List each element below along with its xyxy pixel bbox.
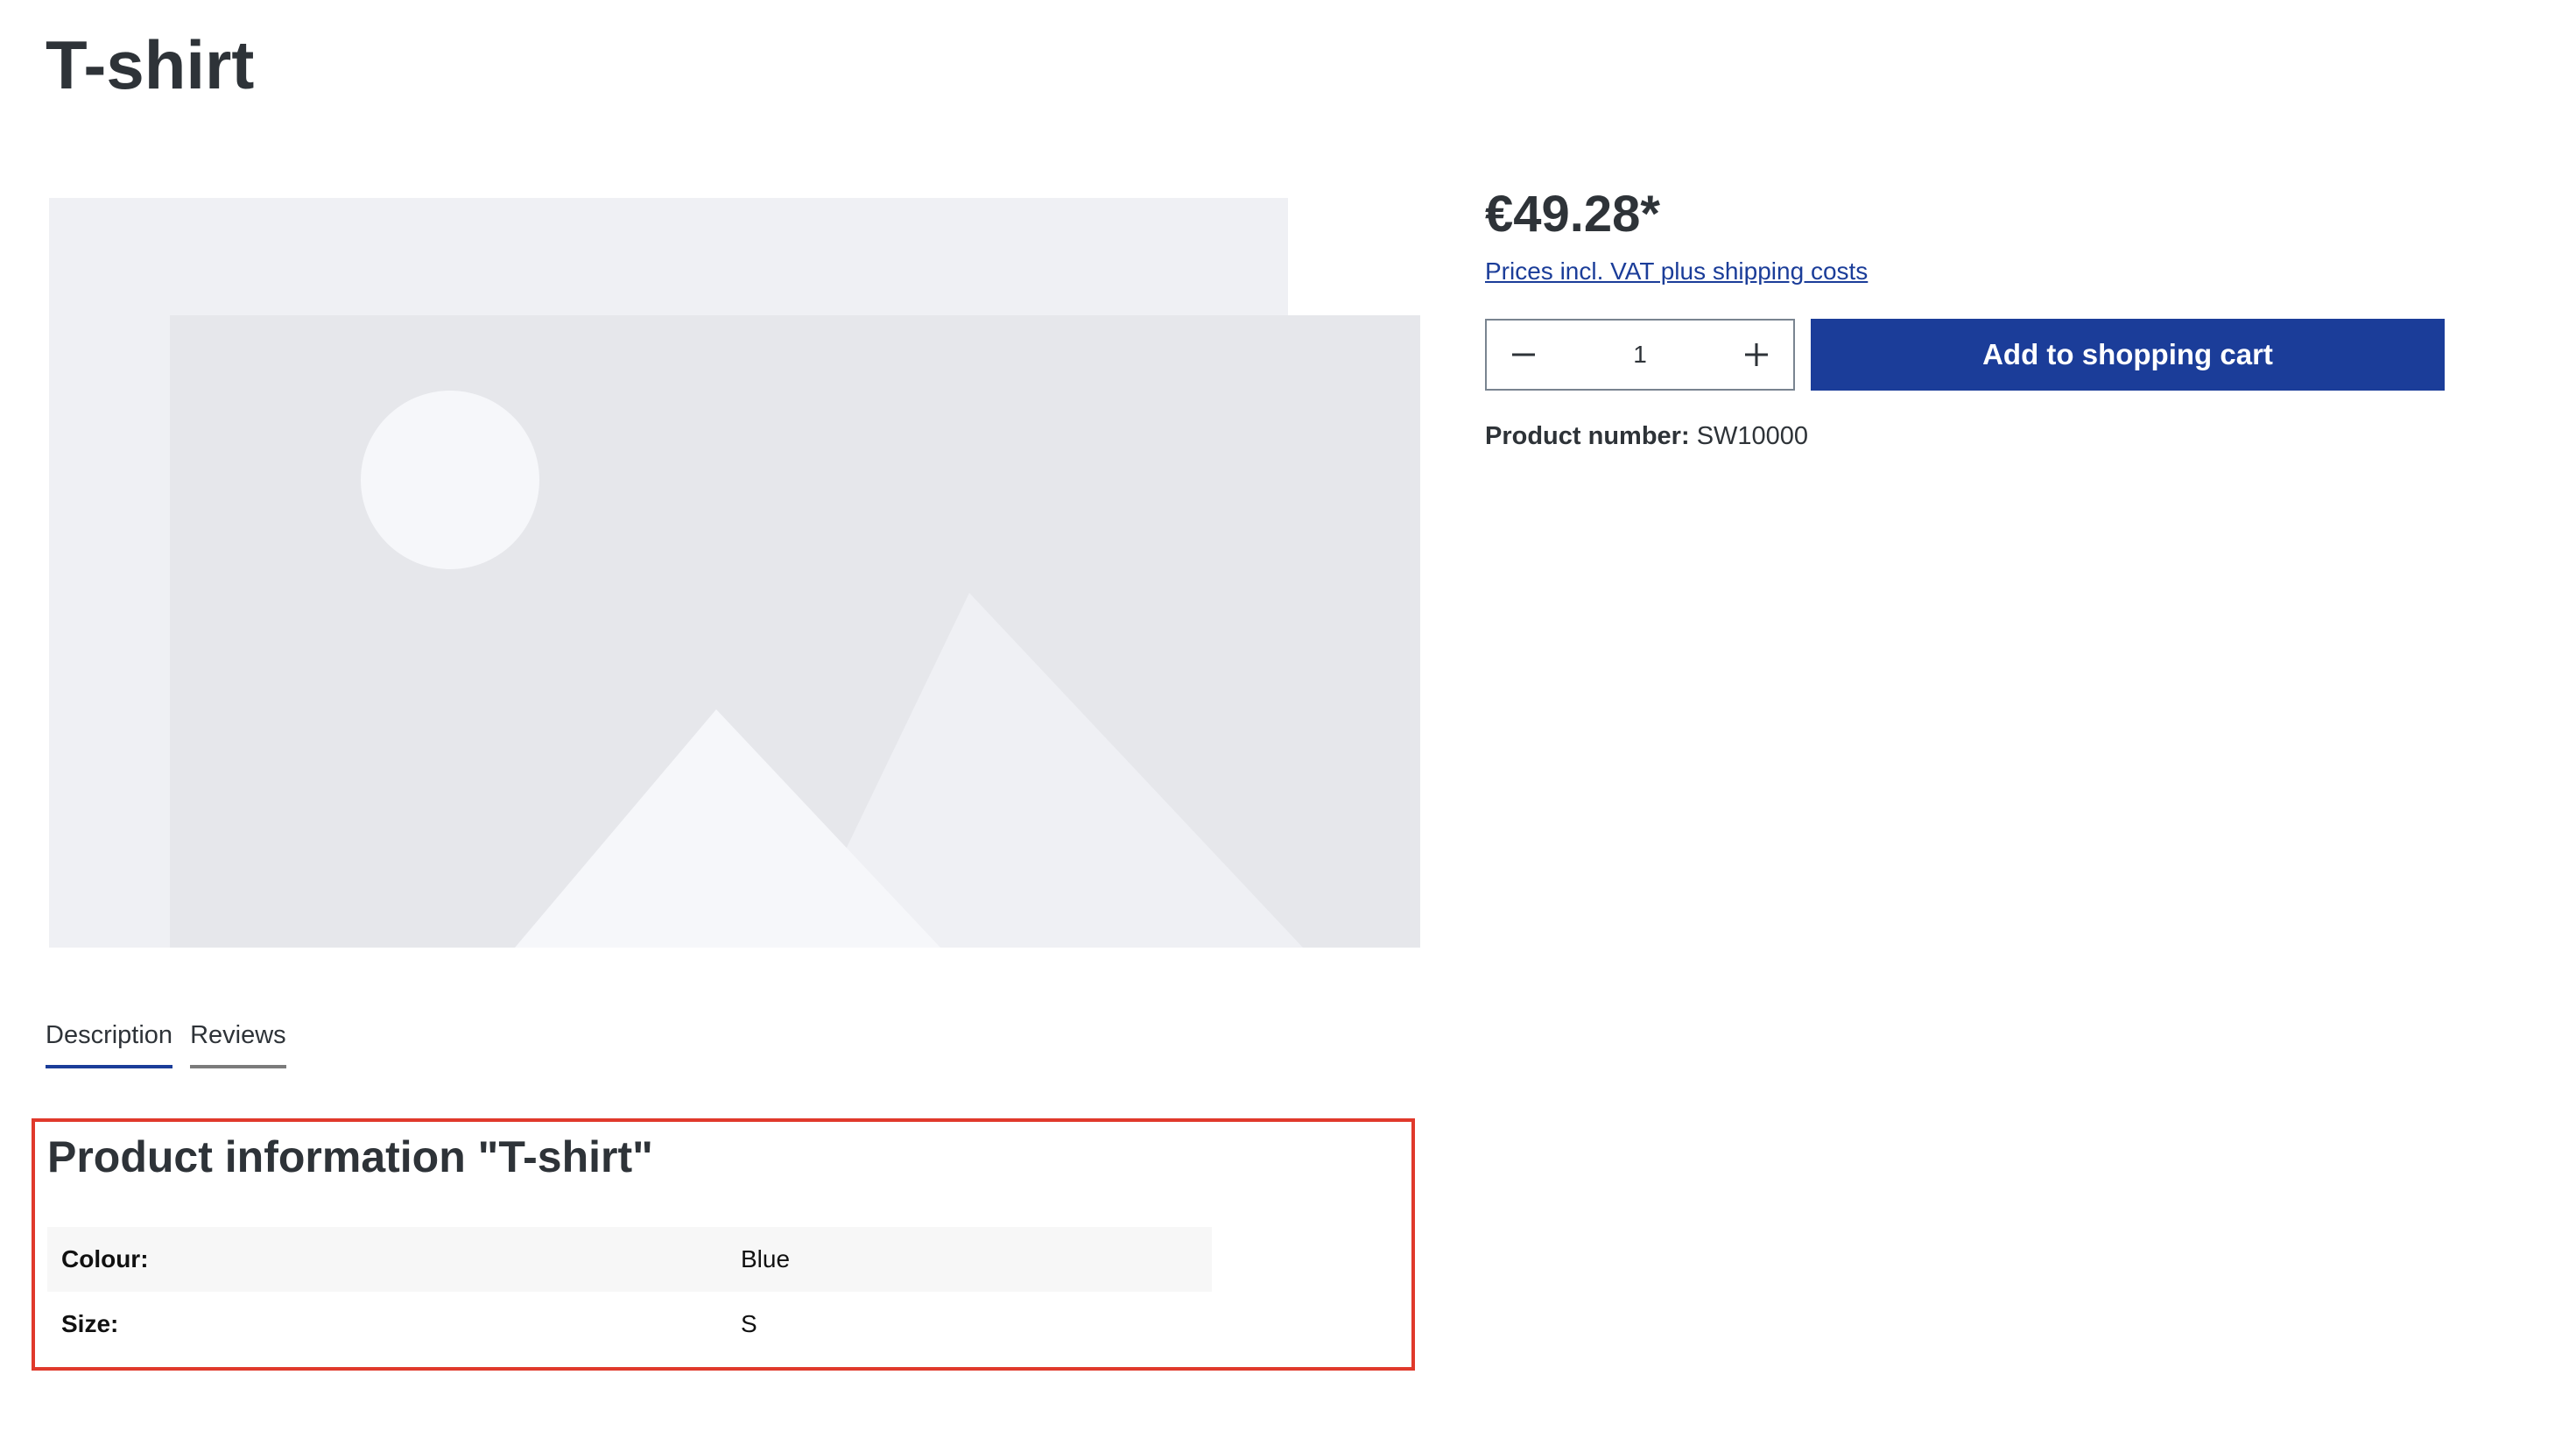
properties-table: Colour: Blue Size: S — [47, 1227, 1212, 1357]
tab-description-underline — [46, 1065, 173, 1068]
vat-shipping-link[interactable]: Prices incl. VAT plus shipping costs — [1485, 257, 1868, 285]
quantity-increase-button[interactable] — [1720, 321, 1793, 389]
product-image-placeholder[interactable] — [46, 194, 1420, 948]
buy-box: €49.28* Prices incl. VAT plus shipping c… — [1485, 184, 2448, 451]
quantity-stepper — [1485, 319, 1795, 391]
property-value-colour: Blue — [741, 1245, 791, 1272]
product-price: €49.28* — [1485, 186, 1660, 243]
quantity-decrease-button[interactable] — [1487, 321, 1560, 389]
tab-description-label: Description — [46, 1021, 173, 1049]
tab-reviews[interactable]: Reviews — [190, 1016, 286, 1068]
buy-row: Add to shopping cart — [1485, 319, 2448, 391]
plus-icon — [1745, 343, 1768, 366]
add-to-cart-button[interactable]: Add to shopping cart — [1811, 319, 2445, 391]
tab-description[interactable]: Description — [46, 1016, 173, 1068]
page-title: T-shirt — [46, 26, 255, 103]
product-number-value: SW10000 — [1696, 422, 1809, 450]
tab-reviews-label: Reviews — [190, 1021, 286, 1049]
product-information-heading: Product information "T-shirt" — [47, 1132, 653, 1181]
product-tabs: Description Reviews — [46, 1016, 286, 1068]
quantity-input[interactable] — [1587, 341, 1693, 369]
table-row: Size: S — [47, 1292, 1212, 1357]
property-label-colour: Colour: — [61, 1245, 149, 1272]
image-placeholder-icon — [49, 198, 1420, 948]
property-value-size: S — [741, 1310, 757, 1337]
product-number-label: Product number: — [1485, 422, 1690, 450]
tab-reviews-underline — [190, 1065, 286, 1068]
minus-icon — [1512, 353, 1535, 356]
product-number: Product number: SW10000 — [1485, 422, 2448, 451]
product-information-panel: Product information "T-shirt" Colour: Bl… — [32, 1118, 1415, 1371]
table-row: Colour: Blue — [47, 1227, 1212, 1292]
property-label-size: Size: — [61, 1310, 119, 1337]
